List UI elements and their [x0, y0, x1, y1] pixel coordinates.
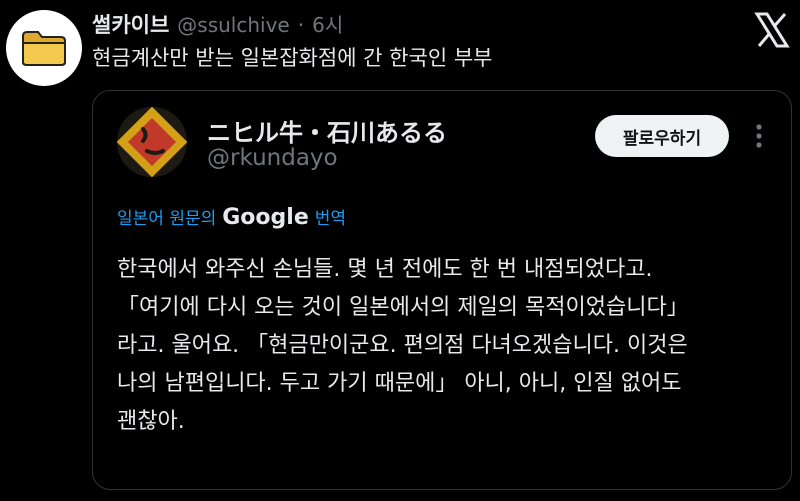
meta-separator: ·	[297, 13, 305, 37]
quote-body-line: 한국에서 와주신 손님들. 몇 년 전에도 한 번 내점되었다고.	[117, 257, 653, 282]
google-wordmark: Google	[222, 205, 309, 230]
author-name[interactable]: 썰카이브	[92, 9, 169, 39]
more-options-icon[interactable]	[749, 121, 769, 151]
tweet-text: 현금계산만 받는 일본잡화점에 간 한국인 부부	[92, 46, 493, 70]
x-logo-icon[interactable]	[754, 12, 790, 48]
tweet-time[interactable]: 6시	[312, 9, 343, 38]
author-handle[interactable]: @ssulchive	[177, 13, 289, 37]
quote-avatar-logo-icon	[117, 107, 187, 177]
quote-avatar[interactable]	[117, 107, 187, 177]
quote-author-name[interactable]: ニヒル牛・石川あるる	[207, 113, 447, 148]
quote-card[interactable]: ニヒル牛・石川あるる @rkundayo 팔로우하기 일본어 원문의 Googl…	[92, 90, 792, 490]
translate-suffix: 번역	[314, 209, 347, 229]
folder-icon	[22, 31, 66, 66]
quote-body: 한국에서 와주신 손님들. 몇 년 전에도 한 번 내점되었다고. 「여기에 다…	[117, 251, 777, 441]
quote-body-line: 라고. 울어요. 「현금만이군요. 편의점 다녀오겠습니다. 이것은	[117, 333, 688, 358]
translate-prefix: 일본어 원문의	[117, 209, 217, 229]
translation-attribution[interactable]: 일본어 원문의 Google 번역	[117, 204, 346, 230]
follow-button[interactable]: 팔로우하기	[595, 115, 729, 157]
quote-body-line: 「여기에 다시 오는 것이 일본에서의 제일의 목적이었습니다」	[117, 295, 689, 320]
quote-author-handle[interactable]: @rkundayo	[207, 145, 338, 171]
quote-body-line: 괜찮아.	[117, 409, 185, 434]
quote-body-line: 나의 남편입니다. 두고 가기 때문에」 아니, 아니, 인질 없어도	[117, 371, 682, 396]
avatar[interactable]	[6, 10, 82, 86]
tweet-header: 썰카이브 @ssulchive · 6시	[92, 9, 343, 39]
